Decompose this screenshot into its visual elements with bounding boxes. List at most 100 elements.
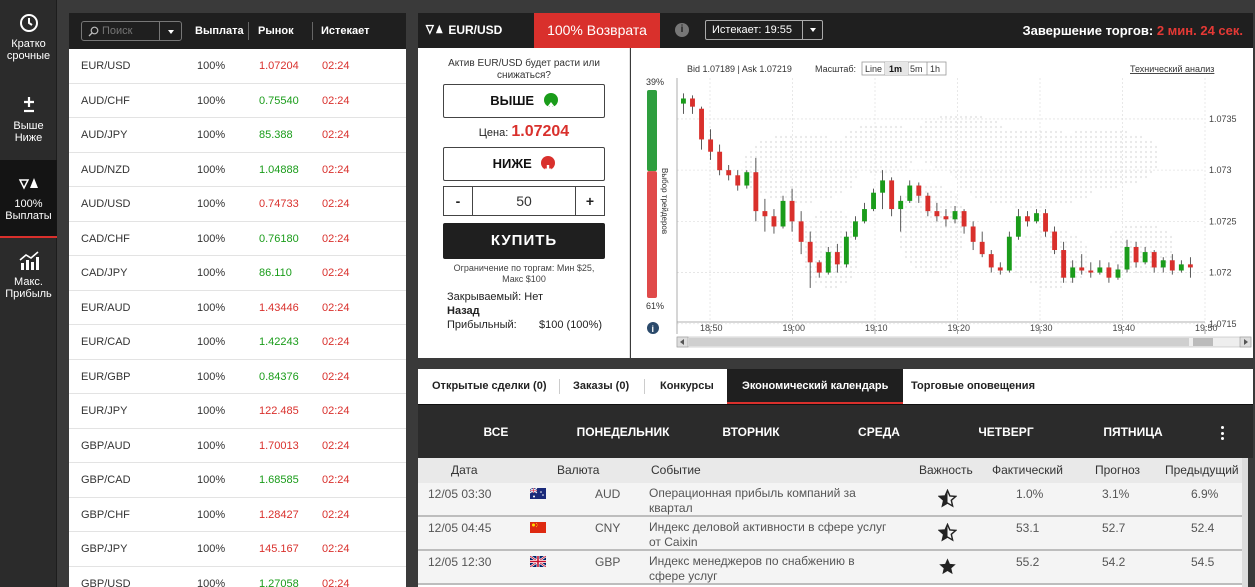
price-chart[interactable]: 39% Выбор трейдеров 61% i Bid 1.07189 | … <box>631 48 1253 358</box>
map-dot <box>1109 160 1113 164</box>
market-row[interactable]: GBP/CAD 100% 1.68585 02:24 <box>69 463 406 498</box>
chart-scrollbar[interactable] <box>676 336 1252 348</box>
map-dot <box>954 240 958 244</box>
search-box[interactable] <box>81 21 182 41</box>
market-row[interactable]: AUD/JPY 100% 85.388 02:24 <box>69 118 406 153</box>
market-row[interactable]: AUD/CHF 100% 0.75540 02:24 <box>69 84 406 118</box>
current-asset[interactable]: EUR/USD <box>425 13 502 48</box>
map-dot <box>1014 185 1018 189</box>
day-filter-monday[interactable]: ПОНЕДЕЛЬНИК <box>563 405 683 459</box>
more-options-icon[interactable] <box>1221 426 1225 440</box>
market-row[interactable]: GBP/AUD 100% 1.70013 02:24 <box>69 429 406 463</box>
higher-button[interactable]: ВЫШЕ <box>443 84 605 118</box>
map-dot <box>789 135 793 139</box>
map-dot <box>929 190 933 194</box>
market-row[interactable]: EUR/JPY 100% 122.485 02:24 <box>69 394 406 429</box>
scale-1m[interactable]: 1m <box>889 64 902 74</box>
calendar-scrollbar[interactable] <box>1242 458 1248 587</box>
map-dot <box>1129 230 1133 234</box>
map-dot <box>1024 250 1028 254</box>
map-dot <box>979 170 983 174</box>
tab-economic-calendar[interactable]: Экономический календарь <box>727 369 904 404</box>
calendar-row[interactable]: 12/05 12:30 GBP Индекс менеджеров по снабж… <box>418 551 1248 585</box>
day-filter-wednesday[interactable]: СРЕДА <box>843 405 915 459</box>
search-input[interactable] <box>102 23 158 39</box>
map-dot <box>1064 160 1068 164</box>
tab-trading-alerts[interactable]: Торговые оповещения <box>896 369 1050 404</box>
market-row[interactable]: EUR/GBP 100% 0.84376 02:24 <box>69 360 406 394</box>
map-dot <box>949 200 953 204</box>
scroll-thumb[interactable] <box>1193 338 1213 346</box>
calendar-row[interactable]: 12/05 04:45 CNY Индекс деловой активности … <box>418 517 1248 551</box>
decrease-amount-button[interactable]: - <box>444 187 473 215</box>
scale-line[interactable]: Line <box>865 64 882 74</box>
expiry-select[interactable]: Истекает: 19:55 <box>705 20 823 40</box>
column-header-payout[interactable]: Выплата <box>195 13 244 49</box>
map-dot <box>1024 245 1028 249</box>
map-dot <box>939 190 943 194</box>
column-header-market[interactable]: Рынок <box>258 13 294 49</box>
map-dot <box>959 170 963 174</box>
column-header-expires[interactable]: Истекает <box>321 13 370 49</box>
map-dot <box>1054 135 1058 139</box>
market-row[interactable]: GBP/CHF 100% 1.28427 02:24 <box>69 498 406 532</box>
back-link[interactable]: Назад <box>447 304 607 318</box>
map-dot <box>1014 170 1018 174</box>
amount-input[interactable] <box>474 187 574 215</box>
tab-orders[interactable]: Заказы (0) <box>560 369 642 404</box>
scale-5m[interactable]: 5m <box>910 64 923 74</box>
day-filter-tuesday[interactable]: ВТОРНИК <box>703 405 799 459</box>
market-row[interactable]: EUR/AUD 100% 1.43446 02:24 <box>69 291 406 325</box>
market-row[interactable]: GBP/USD 100% 1.27058 02:24 <box>69 567 406 587</box>
map-dot <box>989 175 993 179</box>
market-row[interactable]: CAD/JPY 100% 86.110 02:24 <box>69 256 406 291</box>
market-row[interactable]: AUD/USD 100% 0.74733 02:24 <box>69 187 406 222</box>
candle-body <box>979 241 985 255</box>
map-dot <box>824 175 828 179</box>
market-row[interactable]: EUR/CAD 100% 1.42243 02:24 <box>69 325 406 360</box>
market-row[interactable]: CAD/CHF 100% 0.76180 02:24 <box>69 222 406 256</box>
increase-amount-button[interactable]: + <box>575 187 604 215</box>
buy-button[interactable]: КУПИТЬ <box>443 223 605 259</box>
map-dot <box>1019 250 1023 254</box>
map-dot <box>914 150 918 154</box>
day-filter-all[interactable]: ВСЕ <box>464 405 528 459</box>
technical-analysis-link[interactable]: Технический анализ <box>1130 64 1214 74</box>
candle-body <box>1088 270 1094 273</box>
map-dot <box>789 170 793 174</box>
map-dot <box>869 150 873 154</box>
market-row[interactable]: EUR/USD 100% 1.07204 02:24 <box>69 49 406 84</box>
tab-contests[interactable]: Конкурсы <box>645 369 729 404</box>
tab-open-trades[interactable]: Открытые сделки (0) <box>418 369 561 404</box>
market-row[interactable]: AUD/NZD 100% 1.04888 02:24 <box>69 153 406 187</box>
map-dot <box>1094 185 1098 189</box>
nav-item-100-payout[interactable]: 100% Выплаты <box>0 160 57 238</box>
chart-panel: 39% Выбор трейдеров 61% i Bid 1.07189 | … <box>631 48 1253 358</box>
map-dot <box>989 125 993 129</box>
map-dot <box>1029 240 1033 244</box>
day-filter-friday[interactable]: ПЯТНИЦА <box>1093 405 1173 459</box>
scale-1h[interactable]: 1h <box>930 64 940 74</box>
search-dropdown-button[interactable] <box>159 22 181 40</box>
map-dot <box>889 130 893 134</box>
map-dot <box>904 165 908 169</box>
map-dot <box>804 245 808 249</box>
nav-item-max-profit[interactable]: Макс. Прибыль <box>0 238 57 310</box>
map-dot <box>889 160 893 164</box>
map-dot <box>1019 185 1023 189</box>
day-filter-thursday[interactable]: ЧЕТВЕРГ <box>966 405 1046 459</box>
map-dot <box>764 150 768 154</box>
map-dot <box>1144 160 1148 164</box>
lower-button[interactable]: НИЖЕ <box>443 147 605 181</box>
market-row[interactable]: GBP/JPY 100% 145.167 02:24 <box>69 532 406 567</box>
calendar-row[interactable]: 12/05 03:30 AUD Операционная прибыль компа… <box>418 483 1248 517</box>
sentiment-info-icon[interactable]: i <box>647 322 659 334</box>
map-dot <box>834 150 838 154</box>
map-dot <box>1149 160 1153 164</box>
map-dot <box>989 140 993 144</box>
nav-item-short-term[interactable]: Кратко срочные <box>0 0 57 72</box>
nav-item-high-low[interactable]: Выше Ниже <box>0 82 57 154</box>
map-dot <box>959 145 963 149</box>
info-icon[interactable]: i <box>675 23 689 37</box>
map-dot <box>774 195 778 199</box>
